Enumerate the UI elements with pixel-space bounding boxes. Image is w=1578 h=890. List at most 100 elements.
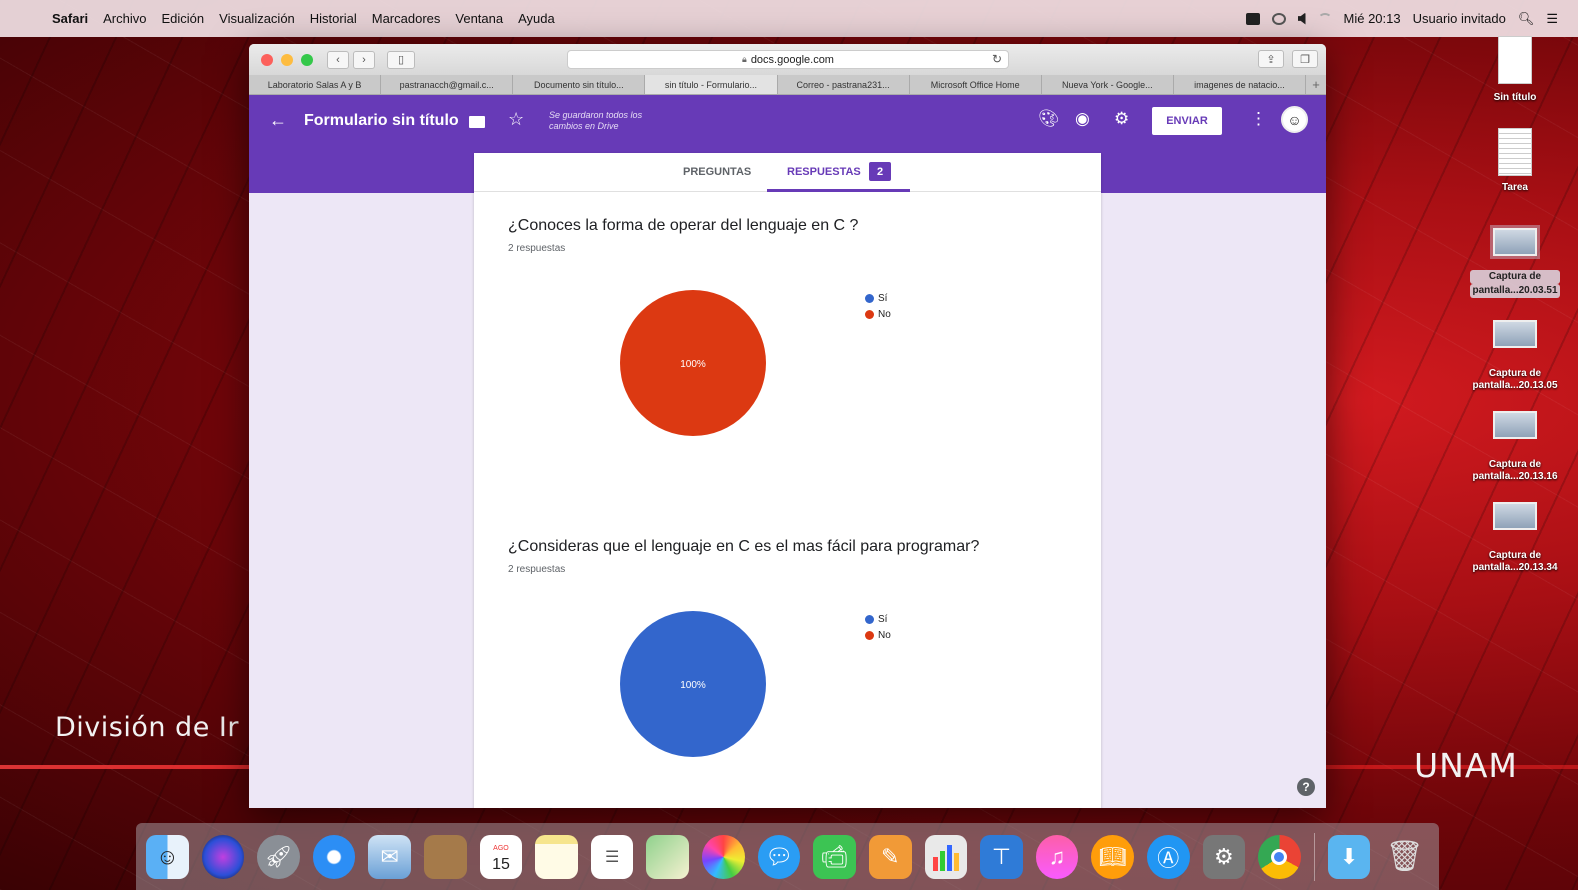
browser-tab[interactable]: Documento sin título... <box>513 75 646 94</box>
wifi-icon[interactable] <box>1317 12 1332 25</box>
menu-ventana[interactable]: Ventana <box>455 11 503 26</box>
system-preferences-icon[interactable]: ⚙ <box>1202 834 1246 879</box>
tab-questions[interactable]: PREGUNTAS <box>683 166 751 178</box>
desktop-item-captura-3[interactable]: Captura de pantalla...20.13.16 <box>1470 411 1560 483</box>
settings-gear-icon[interactable]: ⚙ <box>1114 109 1129 129</box>
question-title: ¿Conoces la forma de operar del lenguaje… <box>508 217 859 234</box>
new-tab-button[interactable]: + <box>1306 75 1326 94</box>
send-button[interactable]: ENVIAR <box>1152 107 1222 135</box>
numbers-icon[interactable] <box>924 834 968 879</box>
reminders-icon[interactable]: ☰ <box>590 834 634 879</box>
menu-ayuda[interactable]: Ayuda <box>518 11 555 26</box>
lock-icon: 🔒︎ <box>742 54 747 64</box>
calendar-day: 15 <box>492 855 510 873</box>
maps-icon[interactable] <box>646 834 690 879</box>
pages-icon[interactable]: ✎ <box>868 834 912 879</box>
chevron-right-icon: › <box>362 53 366 66</box>
status-app-icon[interactable] <box>1245 12 1260 25</box>
appstore-icon[interactable]: Ⓐ <box>1146 834 1190 879</box>
desktop-item-sin-titulo[interactable]: Sin título <box>1470 36 1560 104</box>
desktop-item-captura-4[interactable]: Captura de pantalla...20.13.34 <box>1470 502 1560 574</box>
close-window-button[interactable] <box>261 53 273 66</box>
facetime-icon[interactable]: 📹︎ <box>813 834 856 879</box>
address-bar[interactable]: 🔒︎ docs.google.com ↻ <box>567 50 1009 69</box>
browser-tab[interactable]: Correo - pastrana231... <box>778 75 910 94</box>
launchpad-icon[interactable]: 🚀︎ <box>257 834 300 879</box>
notes-icon[interactable] <box>535 834 578 879</box>
menu-archivo[interactable]: Archivo <box>103 11 146 26</box>
browser-tab[interactable]: Microsoft Office Home <box>910 75 1042 94</box>
preview-eye-icon[interactable]: ◉ <box>1075 109 1090 129</box>
menu-user[interactable]: Usuario invitado <box>1413 11 1506 26</box>
keynote-icon[interactable]: ⊤ <box>980 834 1023 879</box>
desktop-item-tarea[interactable]: Tarea <box>1470 128 1560 194</box>
menu-clock[interactable]: Mié 20:13 <box>1344 11 1401 26</box>
chrome-icon[interactable] <box>1258 834 1301 879</box>
share-button[interactable]: ⇪ <box>1258 50 1284 68</box>
reload-icon[interactable]: ↻ <box>992 52 1002 66</box>
messages-icon[interactable]: 💬︎ <box>757 834 801 879</box>
browser-tab[interactable]: Nueva York - Google... <box>1042 75 1174 94</box>
siri-icon[interactable] <box>201 834 245 879</box>
sidebar-toggle-button[interactable]: ▯ <box>387 50 415 69</box>
itunes-icon[interactable]: ♫ <box>1035 834 1079 879</box>
desktop-item-label: Captura de <box>1488 550 1542 561</box>
palette-icon[interactable]: 🎨︎ <box>1038 109 1060 129</box>
desktop-item-captura-2[interactable]: Captura de pantalla...20.13.05 <box>1470 320 1560 392</box>
minimize-window-button[interactable] <box>281 53 293 66</box>
spotlight-icon[interactable]: 🔍︎ <box>1518 11 1535 27</box>
browser-tab[interactable]: imagenes de natacio... <box>1174 75 1306 94</box>
desktop-item-label: pantalla...20.03.51 <box>1470 284 1560 298</box>
forward-button[interactable]: › <box>353 50 375 69</box>
tab-bar: Laboratorio Salas A y B pastranacch@gmai… <box>249 75 1326 95</box>
desktop-item-label: Captura de <box>1470 270 1560 284</box>
legend-swatch <box>865 310 874 319</box>
legend-item: No <box>865 630 891 641</box>
browser-tab-active[interactable]: sin título - Formulario... <box>645 75 778 94</box>
browser-tab[interactable]: Laboratorio Salas A y B <box>249 75 382 94</box>
mail-icon[interactable]: ✉ <box>368 834 412 879</box>
menu-marcadores[interactable]: Marcadores <box>372 11 441 26</box>
save-status: Se guardaron todos los cambios en Drive <box>549 110 643 131</box>
menu-app-name[interactable]: Safari <box>52 11 88 26</box>
tab-overview-button[interactable]: ❐ <box>1292 50 1318 68</box>
notification-center-icon[interactable]: ☰ <box>1546 11 1558 27</box>
star-icon[interactable]: ☆ <box>508 109 524 130</box>
help-icon[interactable]: ? <box>1297 778 1315 796</box>
avatar[interactable]: ☺ <box>1281 106 1308 133</box>
legend-item: No <box>865 309 891 320</box>
more-options-icon[interactable]: ⋮ <box>1250 109 1267 129</box>
desktop-item-label: pantalla...20.13.05 <box>1472 380 1558 391</box>
finder-icon[interactable]: ☺ <box>146 834 189 879</box>
menu-historial[interactable]: Historial <box>310 11 357 26</box>
question-summary: ¿Conoces la forma de operar del lenguaje… <box>508 217 858 254</box>
ibooks-icon[interactable]: 📖︎ <box>1091 834 1134 879</box>
desktop-item-captura-1[interactable]: Captura de pantalla...20.03.51 <box>1470 218 1560 298</box>
bar-chart-glyph <box>932 844 959 871</box>
browser-tab[interactable]: pastranacch@gmail.c... <box>381 75 514 94</box>
legend-item: Sí <box>865 293 891 304</box>
menu-edicion[interactable]: Edición <box>162 11 205 26</box>
desktop-item-label: Captura de <box>1488 459 1542 470</box>
dock: ☺ 🚀︎ ✉ AGO 15 ☰ 💬︎ 📹︎ ✎ ⊤ ♫ 📖︎ Ⓐ ⚙ ⬇ 🗑︎ <box>136 823 1439 890</box>
folder-icon[interactable] <box>469 116 485 128</box>
downloads-folder-icon[interactable]: ⬇ <box>1327 834 1371 879</box>
back-arrow-icon[interactable]: ← <box>269 110 287 131</box>
menu-visualizacion[interactable]: Visualización <box>219 11 295 26</box>
desktop-item-label: pantalla...20.13.16 <box>1472 471 1558 482</box>
calendar-icon[interactable]: AGO 15 <box>479 834 523 879</box>
form-title[interactable]: Formulario sin título <box>304 112 459 130</box>
back-button[interactable]: ‹ <box>327 50 349 69</box>
trash-icon[interactable]: 🗑︎ <box>1383 835 1426 879</box>
contacts-icon[interactable] <box>424 834 467 879</box>
photos-icon[interactable] <box>702 834 745 879</box>
wallpaper-text-right: UNAM <box>1414 746 1518 785</box>
desktop-item-label: pantalla...20.13.34 <box>1472 562 1558 573</box>
screenshot-icon <box>1493 502 1537 530</box>
safari-icon[interactable] <box>312 834 356 879</box>
volume-icon[interactable] <box>1297 12 1306 25</box>
time-machine-icon[interactable] <box>1271 12 1286 25</box>
tab-responses[interactable]: RESPUESTAS <box>787 166 861 178</box>
zoom-window-button[interactable] <box>301 53 313 66</box>
legend-label: No <box>878 309 891 320</box>
